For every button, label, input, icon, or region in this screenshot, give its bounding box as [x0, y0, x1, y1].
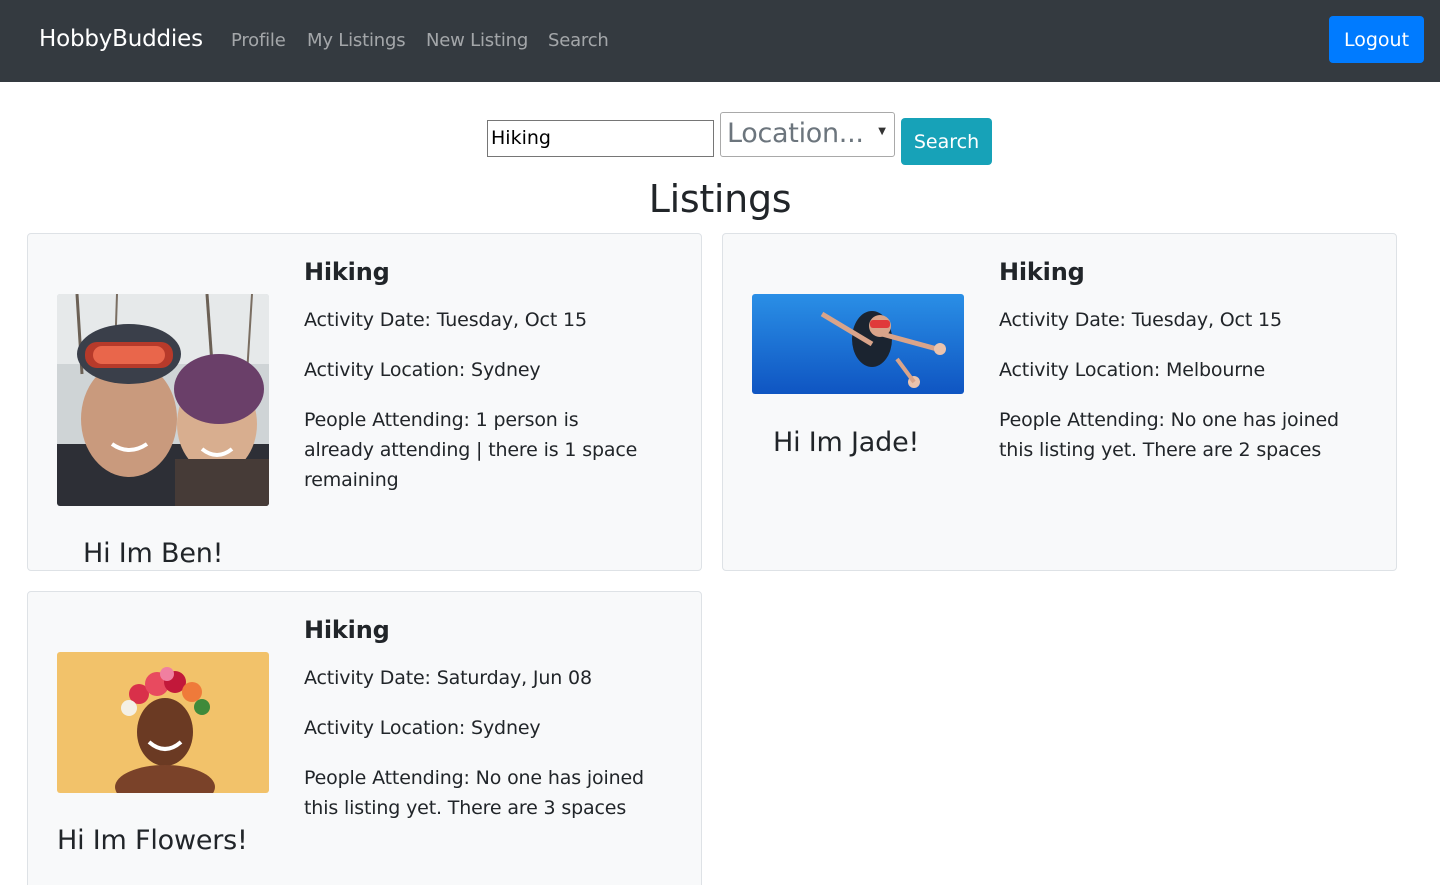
listing-location: Activity Location: Melbourne — [999, 359, 1265, 381]
listing-attending: People Attending: No one has joined this… — [304, 767, 644, 819]
search-button[interactable]: Search — [901, 118, 992, 165]
listing-greeting: Hi Im Ben! — [83, 538, 224, 569]
logout-button[interactable]: Logout — [1329, 16, 1424, 63]
listing-attending: People Attending: 1 person is already at… — [304, 409, 638, 491]
location-select-placeholder: Location... — [727, 118, 864, 149]
nav-link-search[interactable]: Search — [548, 30, 609, 51]
listing-card[interactable]: Hi Im Jade! Hiking Activity Date: Tuesda… — [722, 233, 1397, 571]
couple-snow-photo — [57, 294, 269, 506]
listing-greeting: Hi Im Flowers! — [57, 825, 248, 856]
top-navbar: HobbyBuddies Profile My Listings New Lis… — [0, 0, 1440, 82]
flower-crown-photo — [57, 652, 269, 793]
brand-link[interactable]: HobbyBuddies — [39, 26, 203, 52]
nav-link-profile[interactable]: Profile — [231, 30, 286, 51]
search-input-value: Hiking — [491, 127, 551, 149]
listing-card[interactable]: Hi Im Flowers! Hiking Activity Date: Sat… — [27, 591, 702, 885]
listing-location: Activity Location: Sydney — [304, 717, 541, 739]
listing-title: Hiking — [999, 258, 1085, 286]
nav-link-new-listing[interactable]: New Listing — [426, 30, 528, 51]
listing-greeting: Hi Im Jade! — [773, 427, 920, 458]
listing-date: Activity Date: Tuesday, Oct 15 — [999, 309, 1282, 331]
listing-title: Hiking — [304, 616, 390, 644]
listing-date: Activity Date: Saturday, Jun 08 — [304, 667, 592, 689]
page-title: Listings — [648, 177, 792, 221]
scuba-diver-photo — [752, 294, 964, 394]
location-select[interactable]: Location... ▼ — [720, 112, 895, 157]
listing-card[interactable]: Hi Im Ben! Hiking Activity Date: Tuesday… — [27, 233, 702, 571]
search-input[interactable]: Hiking — [487, 120, 714, 157]
nav-link-my-listings[interactable]: My Listings — [307, 30, 406, 51]
listing-date: Activity Date: Tuesday, Oct 15 — [304, 309, 587, 331]
listing-attending: People Attending: No one has joined this… — [999, 409, 1339, 461]
chevron-down-icon: ▼ — [878, 126, 886, 137]
listing-location: Activity Location: Sydney — [304, 359, 541, 381]
listing-title: Hiking — [304, 258, 390, 286]
